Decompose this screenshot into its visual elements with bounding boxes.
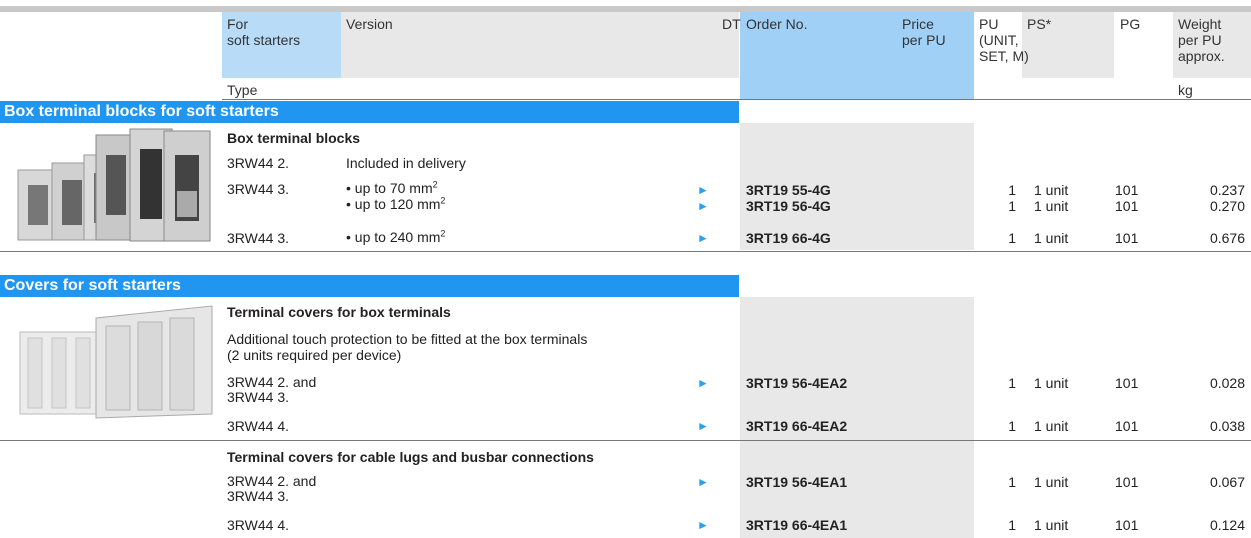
covers-box-row2-pg: 101 [1115,418,1139,434]
covers-box-row1-type: 3RW44 2. and 3RW44 3. [227,374,317,405]
covers-box-row1-ps: 1 unit [1034,375,1069,391]
order-header: Order No. [746,16,808,32]
covers-lugs-row1-weight: 0.067 [1209,474,1245,490]
box-row1-pu: 11 [1008,182,1016,214]
covers-lugs-row2-pg: 101 [1115,517,1139,533]
box-row1-pg: 101 101 [1115,182,1139,214]
covers-box-row2-pu: 1 [1008,418,1016,434]
play-arrow-icon: ► [697,475,709,489]
covers-lugs-row1-ps: 1 unit [1034,474,1069,490]
ps-header: PS* [1027,16,1052,32]
box-row2-type: 3RW44 3. [227,230,289,246]
play-arrow-icon: ► [697,419,709,433]
covers-box-row2-type: 3RW44 4. [227,418,289,434]
header-rule [222,99,1251,100]
version-header: Version [346,16,393,32]
box-row0-version: Included in delivery [346,155,466,171]
pg-header: PG [1120,16,1141,32]
covers-box-row1-pg: 101 [1115,375,1139,391]
box-subtitle: Box terminal blocks [227,130,361,146]
covers-lugs-row1-pg: 101 [1115,474,1139,490]
box-row2-order: 3RT19 66-4G [746,230,831,246]
box-row2-pu: 1 [1008,230,1016,246]
covers-box-row2-ps: 1 unit [1034,418,1069,434]
covers-lugs-subtitle: Terminal covers for cable lugs and busba… [227,449,594,465]
box-row2-weight: 0.676 [1209,230,1245,246]
covers-box-row1-weight: 0.028 [1209,375,1245,391]
terminal-cover-image [14,298,218,424]
price-header: Price per PU [902,16,946,48]
box-row2-version: • up to 240 mm2 [346,228,446,245]
type-header: Type [227,82,258,98]
box-row1-ps: 1 unit 1 unit [1034,182,1069,214]
covers-lugs-row2-order: 3RT19 66-4EA1 [746,517,848,533]
box-row1-version: • up to 70 mm2 • up to 120 mm2 [346,179,446,212]
play-arrow-icon: ► [697,518,709,532]
box-row2-ps: 1 unit [1034,230,1069,246]
section-rule-2 [0,440,1251,441]
box-row0-type: 3RW44 2. [227,155,289,171]
covers-box-row1-order: 3RT19 56-4EA2 [746,375,848,391]
section-title-box: Box terminal blocks for soft starters [0,101,739,123]
dt-header: DT [722,16,741,32]
box-row2-pg: 101 [1115,230,1139,246]
covers-box-row2-order: 3RT19 66-4EA2 [746,418,848,434]
covers-lugs-row2-weight: 0.124 [1209,517,1245,533]
section-title-covers: Covers for soft starters [0,275,739,297]
box-terminal-image [14,125,218,245]
covers-lugs-row2-ps: 1 unit [1034,517,1069,533]
covers-lugs-row1-pu: 1 [1008,474,1016,490]
weight-header: Weight per PU approx. [1178,16,1225,64]
play-arrow-icon: ► [697,231,709,245]
section-rule-1 [0,251,1251,252]
version-header-bg [341,12,739,78]
kg-header: kg [1178,82,1193,98]
covers-lugs-row2-pu: 1 [1008,517,1016,533]
for-header: For soft starters [227,16,301,48]
covers-box-subtitle: Terminal covers for box terminals [227,304,451,320]
covers-lugs-row2-type: 3RW44 4. [227,517,289,533]
pu-header: PU (UNIT, SET, M) [979,16,1029,64]
play-arrow-icon: ► ► [697,183,709,213]
box-row1-weight: 0.237 0.270 [1209,182,1245,214]
covers-lugs-row1-type: 3RW44 2. and 3RW44 3. [227,473,317,504]
box-row1-type: 3RW44 3. [227,181,289,197]
covers-box-row1-pu: 1 [1008,375,1016,391]
covers-box-desc: Additional touch protection to be fitted… [227,331,588,363]
covers-box-row2-weight: 0.038 [1209,418,1245,434]
play-arrow-icon: ► [697,376,709,390]
covers-lugs-row1-order: 3RT19 56-4EA1 [746,474,848,490]
box-row1-order: 3RT19 55-4G 3RT19 56-4G [746,182,831,214]
